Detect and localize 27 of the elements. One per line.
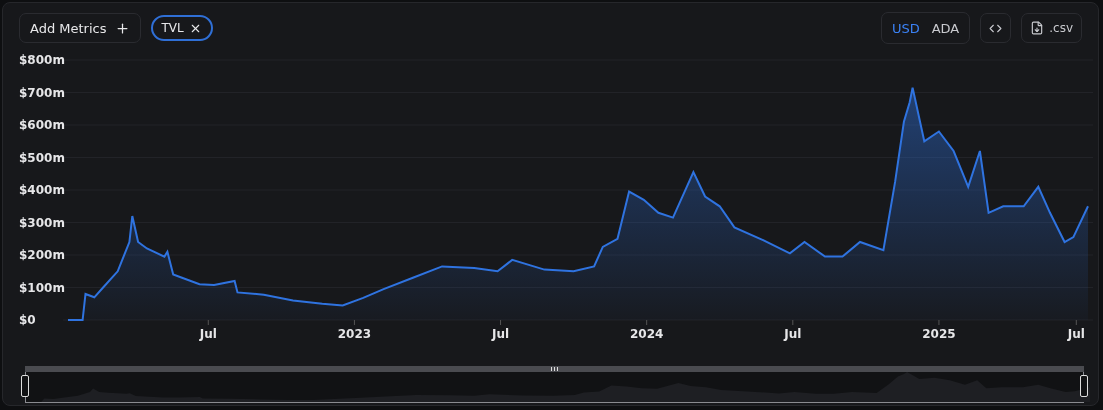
y-tick-label: $0 — [19, 313, 36, 327]
y-tick-label: $300m — [19, 215, 65, 230]
embed-button[interactable] — [980, 13, 1012, 43]
csv-button[interactable]: .csv — [1021, 13, 1082, 43]
y-tick-label: $600m — [19, 118, 65, 132]
x-tick-label: Jul — [492, 327, 510, 341]
x-tick-label: 2024 — [630, 327, 664, 341]
y-tick-label: $100m — [19, 280, 65, 295]
currency-option[interactable]: USD — [885, 20, 926, 36]
x-tick-label: Jul — [1067, 327, 1085, 341]
plus-icon — [114, 20, 130, 36]
grip-icon[interactable] — [551, 367, 558, 371]
range-handle[interactable] — [1080, 375, 1088, 397]
y-tick-label: $700m — [19, 85, 65, 100]
file-icon — [1030, 21, 1045, 35]
y-tick-label: $200m — [19, 248, 65, 262]
add-metrics-button[interactable]: Add Metrics — [19, 13, 141, 43]
x-tick-label: Jul — [199, 327, 217, 341]
y-tick-label: $800m — [19, 53, 65, 67]
x-tick-label: Jul — [784, 327, 802, 341]
x-tick-label: 2025 — [922, 327, 956, 341]
y-tick-label: $500m — [19, 150, 65, 165]
metric-chip[interactable]: TVL — [150, 15, 213, 41]
currency-option[interactable]: ADA — [925, 20, 966, 36]
range-handle[interactable] — [21, 375, 29, 397]
y-tick-label: $400m — [19, 183, 65, 197]
x-tick-label: 2023 — [337, 327, 372, 341]
